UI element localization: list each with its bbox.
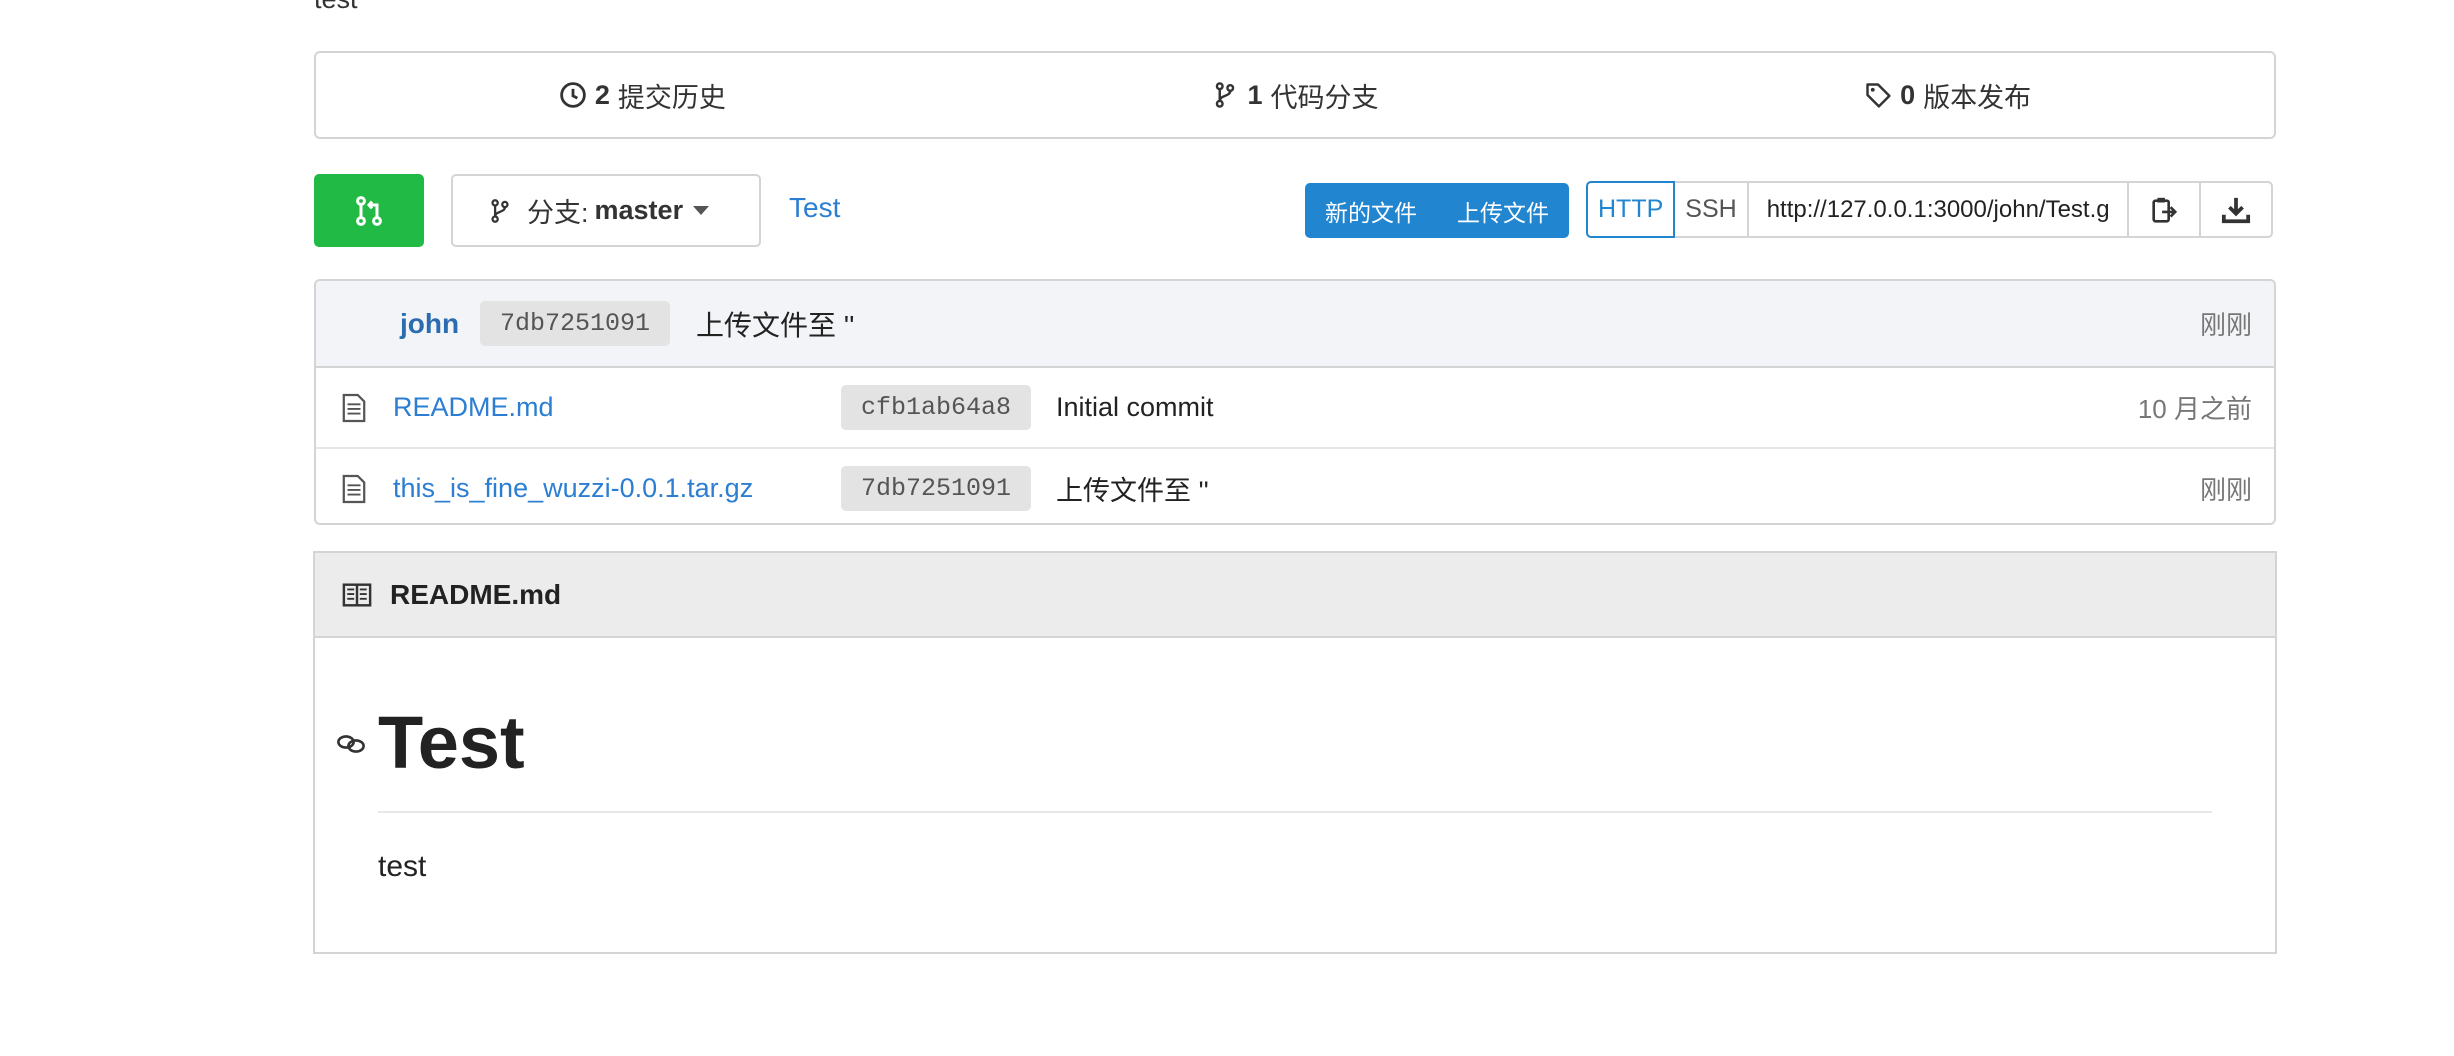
link-icon[interactable] [335, 728, 367, 760]
file-icon [342, 393, 366, 422]
commit-message: 上传文件至 '' [696, 309, 855, 341]
releases-label: 版本发布 [1923, 82, 2032, 113]
file-row: this_is_fine_wuzzi-0.0.1.tar.gz 7db72510… [316, 449, 2274, 523]
file-commit-message[interactable]: 上传文件至 '' [1056, 469, 1209, 508]
branches-stat[interactable]: 1 代码分支 [969, 76, 1622, 115]
file-commit-time: 10 月之前 [2137, 394, 2252, 424]
readme-filename: README.md [390, 578, 562, 610]
pull-request-icon [356, 195, 382, 226]
file-icon [342, 474, 366, 503]
readme-paragraph: test [378, 850, 427, 883]
readme-header: README.md [315, 553, 2275, 638]
clone-url-input[interactable] [1748, 181, 2129, 238]
divider [378, 811, 2212, 813]
branch-selector[interactable]: 分支: master [451, 174, 761, 247]
file-commit-sha[interactable]: cfb1ab64a8 [841, 385, 1032, 430]
repo-description: test [314, 0, 358, 14]
file-commit-sha[interactable]: 7db7251091 [841, 466, 1032, 511]
repo-name-link[interactable]: Test [789, 192, 840, 224]
commit-time: 刚刚 [2199, 310, 2252, 340]
history-icon [560, 82, 586, 108]
commit-sha[interactable]: 7db7251091 [480, 301, 671, 346]
releases-count: 0 [1900, 79, 1916, 110]
commits-stat[interactable]: 2 提交历史 [316, 76, 969, 115]
ssh-button[interactable]: SSH [1675, 181, 1749, 238]
repo-page: test 2 提交历史 1 代码分支 0 [0, 0, 2454, 1056]
copy-url-button[interactable] [2128, 181, 2201, 238]
clone-group: HTTP SSH [1586, 181, 2273, 238]
http-button[interactable]: HTTP [1586, 181, 1676, 238]
download-icon [2221, 197, 2250, 223]
latest-commit-row: john 7db7251091 上传文件至 '' 刚刚 [316, 281, 2274, 368]
releases-stat[interactable]: 0 版本发布 [1621, 76, 2274, 115]
chevron-down-icon [693, 206, 710, 215]
readme-heading: Test [378, 701, 525, 784]
repo-stats-bar: 2 提交历史 1 代码分支 0 版本发布 [314, 51, 2276, 139]
upload-file-button[interactable]: 上传文件 [1437, 183, 1569, 238]
branch-name: master [594, 195, 684, 225]
commit-author[interactable]: john [400, 308, 459, 340]
download-button[interactable] [2200, 181, 2273, 238]
file-list: john 7db7251091 上传文件至 '' 刚刚 README.md cf… [314, 279, 2276, 525]
clipboard-icon [2152, 197, 2177, 223]
branch-icon [1216, 82, 1235, 108]
file-commit-time: 刚刚 [2199, 475, 2252, 505]
branch-icon [491, 198, 509, 223]
compare-pull-button[interactable] [314, 174, 424, 247]
file-name[interactable]: this_is_fine_wuzzi-0.0.1.tar.gz [393, 473, 753, 504]
book-icon [342, 582, 372, 607]
tag-icon [1866, 83, 1891, 108]
commits-label: 提交历史 [617, 82, 726, 113]
branch-prefix: 分支: [527, 198, 589, 228]
branches-count: 1 [1247, 79, 1263, 110]
readme-panel: README.md Test test [313, 551, 2277, 954]
file-actions: 新的文件 上传文件 [1305, 183, 1569, 238]
branches-label: 代码分支 [1270, 82, 1379, 113]
file-row: README.md cfb1ab64a8 Initial commit 10 月… [316, 368, 2274, 449]
new-file-button[interactable]: 新的文件 [1305, 183, 1437, 238]
file-commit-message[interactable]: Initial commit [1056, 392, 1214, 423]
file-name[interactable]: README.md [393, 392, 554, 423]
commits-count: 2 [594, 79, 610, 110]
